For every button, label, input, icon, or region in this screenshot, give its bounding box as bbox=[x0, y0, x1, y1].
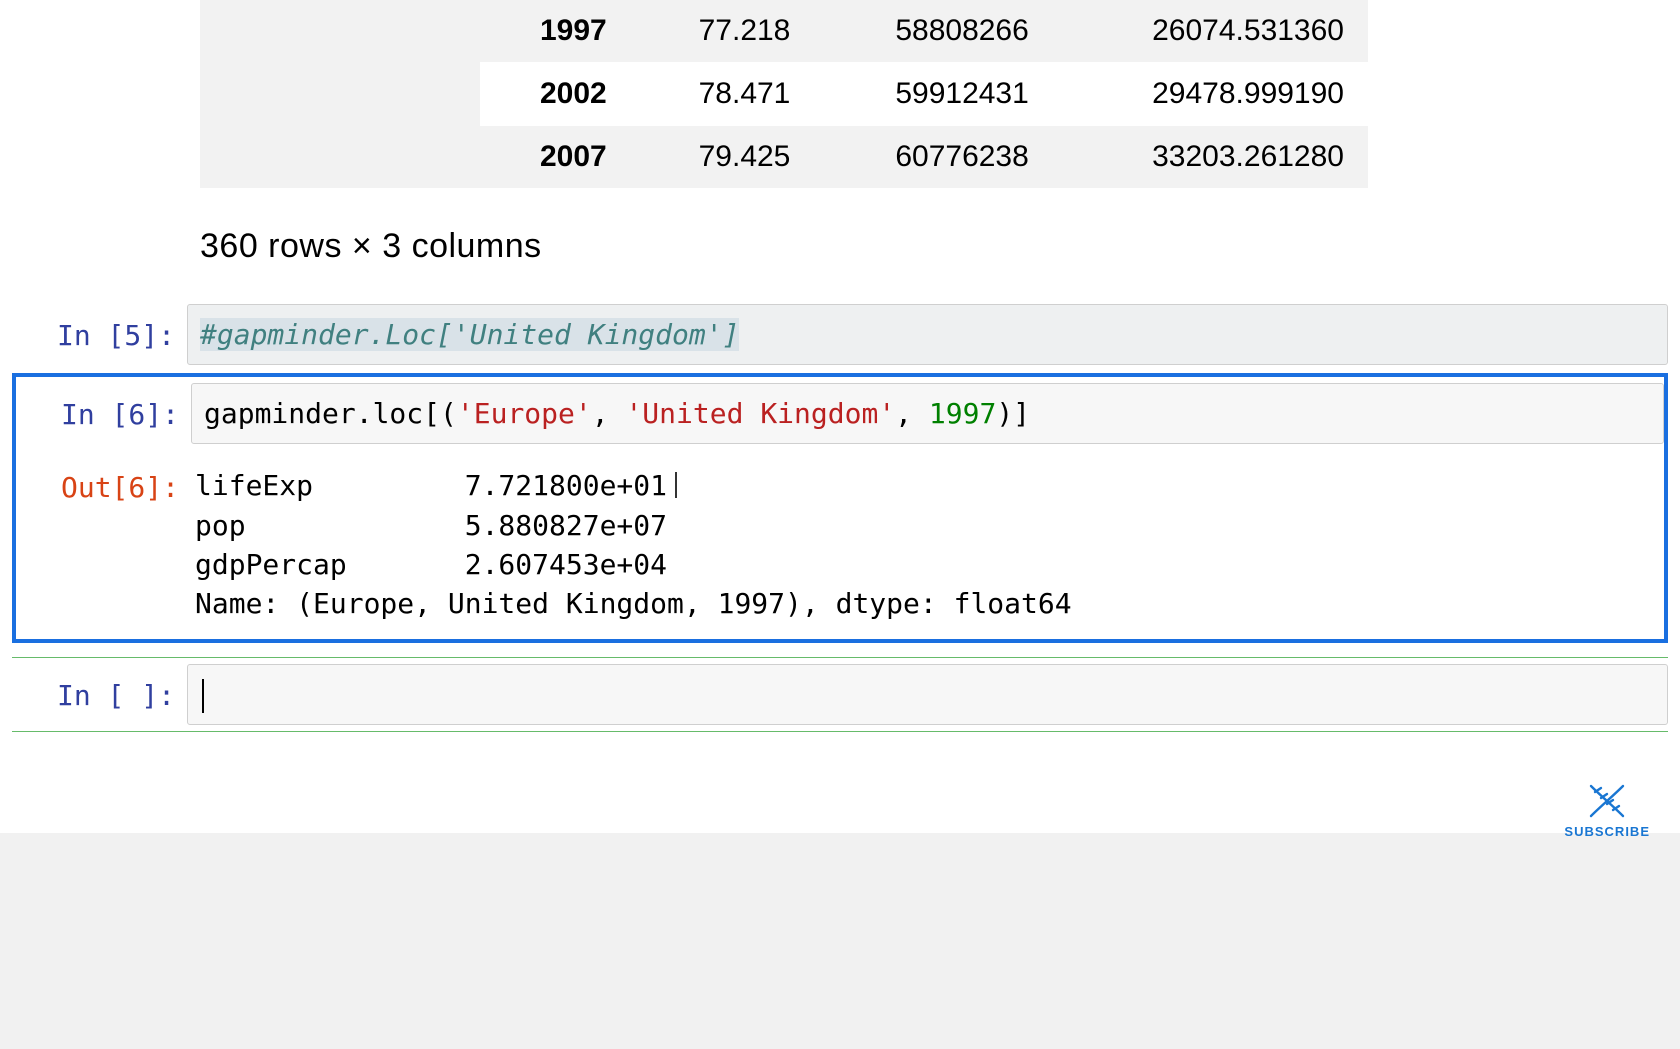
code-token-string: 'United Kingdom' bbox=[625, 397, 895, 430]
output-line: gdpPercap 2.607453e+04 bbox=[195, 548, 667, 581]
dataframe-table: 1997 77.218 58808266 26074.531360 2002 7… bbox=[200, 0, 1368, 189]
output-line: pop 5.880827e+07 bbox=[195, 509, 667, 542]
code-token: , bbox=[592, 397, 626, 430]
row-index-year: 2007 bbox=[480, 126, 631, 189]
output-dataframe-tail: 1997 77.218 58808266 26074.531360 2002 7… bbox=[200, 0, 1368, 189]
cell-lifeexp: 79.425 bbox=[631, 126, 815, 189]
cell-gdppercap: 29478.999190 bbox=[1053, 63, 1368, 126]
input-prompt: In [ ]: bbox=[12, 664, 187, 725]
cell-pop: 60776238 bbox=[814, 126, 1052, 189]
code-token-number: 1997 bbox=[929, 397, 996, 430]
input-prompt: In [6]: bbox=[16, 383, 191, 444]
cell-lifeexp: 78.471 bbox=[631, 63, 815, 126]
code-token-string: 'Europe' bbox=[457, 397, 592, 430]
dataframe-shape-summary: 360 rows × 3 columns bbox=[200, 227, 1668, 266]
cell-gdppercap: 26074.531360 bbox=[1053, 0, 1368, 63]
index-blank bbox=[200, 0, 480, 189]
code-input-area[interactable] bbox=[187, 664, 1668, 725]
subscribe-label: SUBSCRIBE bbox=[1564, 824, 1650, 839]
code-cell-in5[interactable]: In [5]: #gapminder.Loc['United Kingdom'] bbox=[12, 298, 1668, 371]
output-prompt: Out[6]: bbox=[16, 456, 191, 633]
row-index-year: 1997 bbox=[480, 0, 631, 63]
output-text: lifeExp 7.721800e+01 pop 5.880827e+07 gd… bbox=[191, 456, 1664, 633]
output-line: Name: (Europe, United Kingdom, 1997), dt… bbox=[195, 587, 1072, 620]
output-cell-out6: Out[6]: lifeExp 7.721800e+01 pop 5.88082… bbox=[16, 450, 1664, 639]
page-background-strip bbox=[0, 833, 1680, 1049]
table-row: 1997 77.218 58808266 26074.531360 bbox=[200, 0, 1368, 63]
code-input-area[interactable]: #gapminder.Loc['United Kingdom'] bbox=[187, 304, 1668, 365]
code-token: , bbox=[895, 397, 929, 430]
output-line: lifeExp 7.721800e+01 bbox=[195, 469, 667, 502]
code-token: gapminder.loc[( bbox=[204, 397, 457, 430]
code-cell-empty[interactable]: In [ ]: bbox=[12, 658, 1668, 731]
input-prompt: In [5]: bbox=[12, 304, 187, 365]
cell-gdppercap: 33203.261280 bbox=[1053, 126, 1368, 189]
cell-lifeexp: 77.218 bbox=[631, 0, 815, 63]
code-input-area[interactable]: gapminder.loc[('Europe', 'United Kingdom… bbox=[191, 383, 1664, 444]
cell-pop: 59912431 bbox=[814, 63, 1052, 126]
row-index-year: 2002 bbox=[480, 63, 631, 126]
code-cell-in6[interactable]: In [6]: gapminder.loc[('Europe', 'United… bbox=[16, 377, 1664, 450]
text-cursor-icon bbox=[202, 679, 204, 713]
dna-icon bbox=[1585, 782, 1629, 820]
text-caret-icon bbox=[675, 472, 677, 498]
subscribe-badge[interactable]: SUBSCRIBE bbox=[1564, 782, 1650, 839]
code-comment: #gapminder.Loc['United Kingdom'] bbox=[200, 318, 739, 351]
cell-pop: 58808266 bbox=[814, 0, 1052, 63]
selected-cell-frame: In [6]: gapminder.loc[('Europe', 'United… bbox=[12, 373, 1668, 643]
code-token: )] bbox=[996, 397, 1030, 430]
